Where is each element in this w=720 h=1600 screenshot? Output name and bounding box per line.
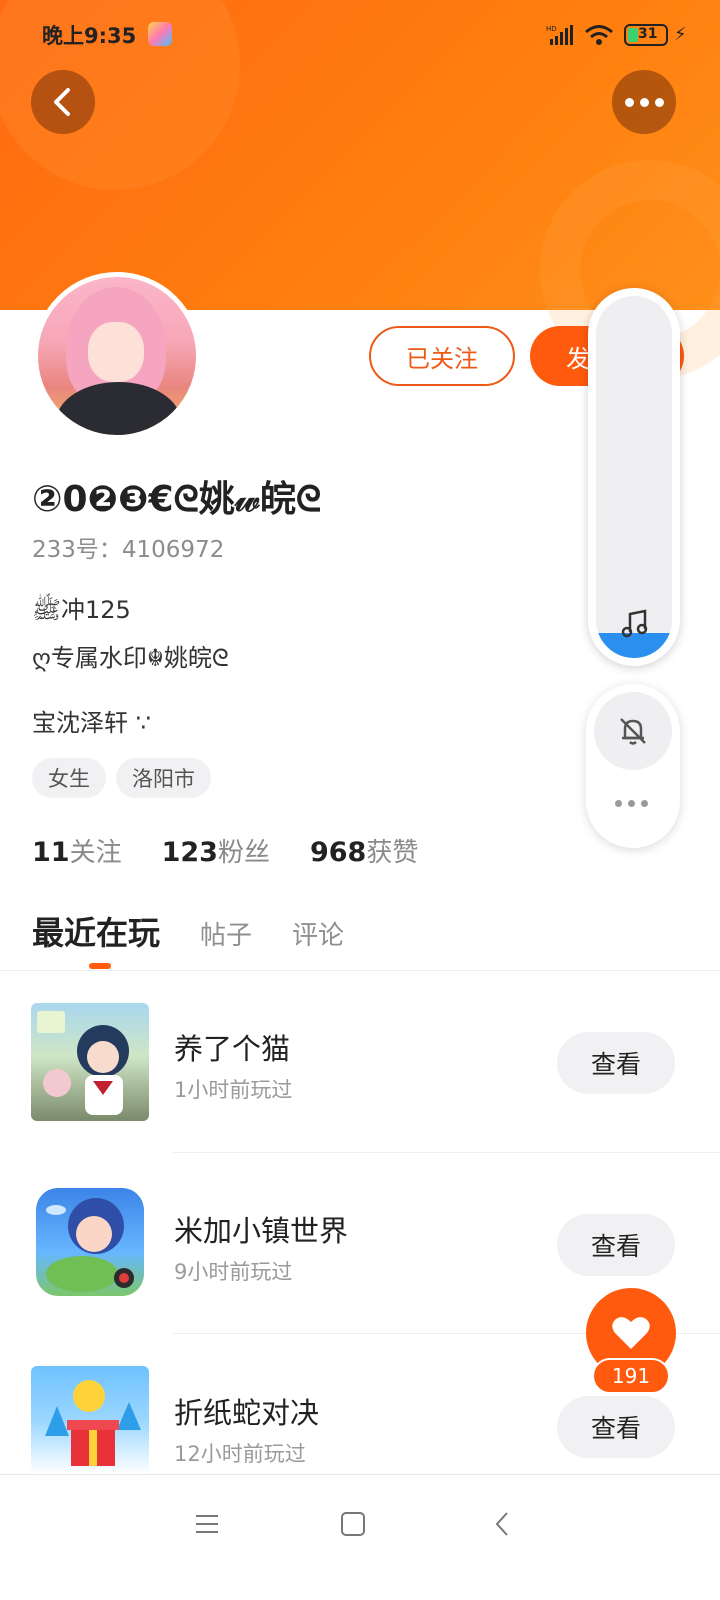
profile-tags: 女生 洛阳市: [32, 758, 211, 798]
status-bar: 晚上9:35 HD 31 ⚡: [0, 0, 720, 70]
game-played-time: 1小时前玩过: [174, 1078, 293, 1102]
game-thumbnail-art: [37, 1011, 129, 1115]
game-thumbnail[interactable]: [36, 1188, 144, 1296]
bio-line: ﷺ冲125: [32, 596, 131, 624]
divider: [173, 1152, 720, 1153]
wifi-icon: [585, 25, 613, 45]
back-arrow-icon: [54, 88, 70, 116]
like-count: 191: [592, 1358, 670, 1394]
music-volume-panel[interactable]: [588, 288, 680, 666]
game-name: 养了个猫: [174, 1032, 291, 1066]
bio-line: 宝沈泽轩 ∵: [32, 709, 151, 737]
music-note-icon: [621, 609, 648, 638]
following-button[interactable]: 已关注: [369, 326, 515, 386]
charging-icon: ⚡: [674, 24, 687, 45]
stat-value: 968: [309, 837, 367, 868]
user-id: 233号：4106972: [32, 537, 225, 563]
network-label: HD: [546, 25, 557, 33]
user-nickname: ②0❷❸€ᘓ姚𝓌皖ᘓ: [32, 479, 322, 520]
back-button[interactable]: [31, 70, 95, 134]
home-icon[interactable]: [338, 1509, 368, 1539]
game-played-time: 12小时前玩过: [174, 1442, 306, 1466]
volume-slider[interactable]: [596, 296, 672, 658]
avatar[interactable]: [33, 272, 201, 440]
bio-line: ღ专属水印☬姚皖ᘓ: [32, 644, 229, 672]
game-thumbnail[interactable]: [31, 1003, 149, 1121]
stat-value: 11: [32, 837, 70, 868]
stat-label: 获赞: [366, 838, 419, 868]
menu-icon[interactable]: [192, 1509, 222, 1539]
battery-level: [628, 28, 638, 42]
divider: [0, 970, 720, 971]
game-played-time: 9小时前玩过: [174, 1260, 293, 1284]
more-button[interactable]: [612, 70, 676, 134]
likes-stat[interactable]: 968获赞: [310, 832, 418, 869]
stat-label: 粉丝: [217, 838, 270, 868]
battery-percent: 31: [638, 26, 658, 42]
following-stat[interactable]: 11关注: [32, 832, 122, 869]
mute-notification-button[interactable]: [594, 692, 672, 770]
avatar-art: [88, 322, 144, 382]
view-game-button[interactable]: 查看: [557, 1032, 675, 1094]
notification-panel: [586, 684, 680, 848]
system-nav-bar: [0, 1474, 720, 1600]
game-thumbnail-art: [46, 1198, 134, 1292]
more-options-icon[interactable]: [615, 800, 648, 807]
stat-value: 123: [161, 837, 218, 868]
back-icon[interactable]: [488, 1509, 518, 1539]
avatar-art: [56, 382, 181, 435]
gender-tag: 女生: [32, 758, 106, 798]
game-name: 米加小镇世界: [174, 1214, 349, 1248]
more-icon: [624, 97, 664, 107]
battery-icon: 31: [624, 24, 668, 46]
stat-label: 关注: [69, 838, 122, 868]
tab-recently-played[interactable]: 最近在玩: [32, 908, 160, 954]
signal-icon: HD: [546, 25, 573, 45]
profile-stats: 11关注 123粉丝 968获赞: [32, 832, 418, 869]
game-thumbnail-art: [45, 1380, 141, 1466]
profile-tabs: 最近在玩 帖子 评论: [32, 908, 344, 954]
view-game-button[interactable]: 查看: [557, 1214, 675, 1276]
game-app-icon: [148, 22, 172, 46]
profile-screen: 晚上9:35 HD 31 ⚡ 已关注 发 ②0❷❸€ᘓ姚𝓌皖ᘓ 233号：410…: [0, 0, 720, 1600]
tab-comments[interactable]: 评论: [292, 915, 344, 952]
followers-stat[interactable]: 123粉丝: [162, 832, 270, 869]
game-name: 折纸蛇对决: [174, 1396, 320, 1430]
tab-posts[interactable]: 帖子: [200, 915, 252, 952]
heart-icon: [612, 1317, 650, 1349]
location-tag: 洛阳市: [116, 758, 211, 798]
status-time: 晚上9:35: [42, 24, 137, 48]
bell-off-icon: [620, 718, 646, 745]
active-tab-indicator: [89, 963, 111, 969]
game-thumbnail[interactable]: [31, 1366, 149, 1474]
view-game-button[interactable]: 查看: [557, 1396, 675, 1458]
game-list-item[interactable]: 养了个猫 1小时前玩过 查看: [0, 990, 720, 1170]
